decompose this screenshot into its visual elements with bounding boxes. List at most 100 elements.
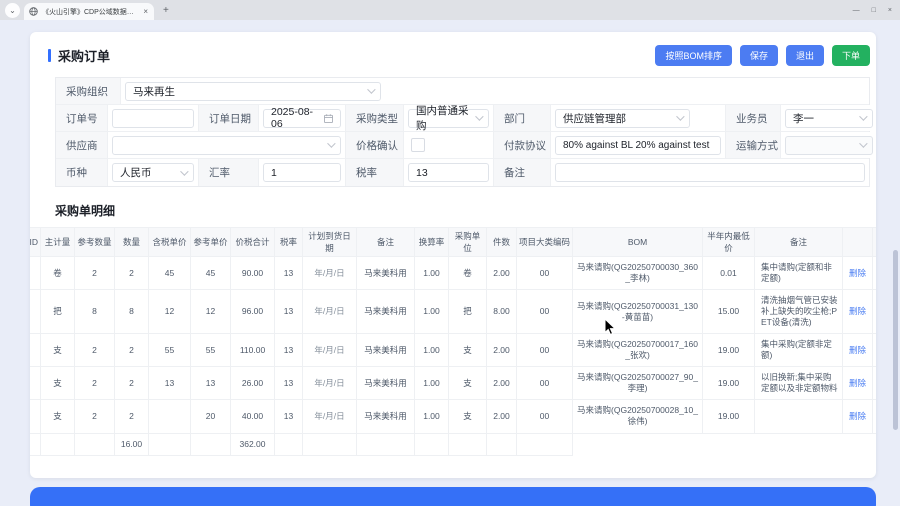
blank-cell: [872, 255, 876, 291]
detail-cell: 马来美科用: [356, 366, 415, 401]
detail-cell: 支: [40, 333, 75, 368]
column-header: 价税合计: [230, 227, 275, 257]
detail-cell: 卷: [448, 255, 487, 291]
detail-cell: 年/月/日: [302, 255, 357, 291]
blank-cell: [872, 366, 876, 401]
detail-cell: 马来美科用: [356, 399, 415, 434]
detail-cell: 13: [274, 333, 303, 368]
browser-tab[interactable]: 《火山引擎》CDP公域数据洞察 ×: [24, 3, 154, 20]
title-accent-bar: [48, 49, 51, 62]
detail-cell: 卷: [40, 255, 75, 291]
detail-cell: 15.00: [702, 289, 755, 335]
total-cell: [30, 432, 41, 456]
total-cell: [356, 432, 415, 456]
maximize-button[interactable]: □: [872, 7, 876, 14]
detail-cell: 2: [114, 366, 149, 401]
tab-list-chevron-button[interactable]: ⌄: [5, 2, 20, 18]
detail-cell: 96.00: [230, 289, 275, 335]
tax-rate-input[interactable]: [408, 163, 489, 182]
exit-button[interactable]: 退出: [785, 45, 824, 66]
detail-cell: 13: [274, 366, 303, 401]
delete-cell: 删除: [842, 289, 873, 335]
chevron-down-icon: [859, 112, 868, 121]
browser-chrome: ⌄ 《火山引擎》CDP公域数据洞察 × + — □ ×: [0, 0, 900, 20]
new-tab-button[interactable]: +: [163, 5, 169, 16]
minimize-button[interactable]: —: [853, 7, 860, 14]
total-cell: [486, 432, 517, 456]
total-cell: [74, 432, 115, 456]
column-header: 计划到货日期: [302, 227, 357, 257]
delete-cell: 删除: [842, 366, 873, 401]
submit-order-button[interactable]: 下单: [831, 45, 870, 66]
detail-cell: 0.01: [702, 255, 755, 291]
window-controls: — □ ×: [853, 7, 900, 14]
detail-cell: 13: [274, 289, 303, 335]
sort-by-bom-button[interactable]: 按照BOM排序: [655, 45, 732, 66]
column-header: 备注: [356, 227, 415, 257]
purchase-type-select[interactable]: 国内普通采购: [408, 105, 489, 132]
detail-cell: 马来请购(QG20250700031_130-黄苗苗): [572, 289, 703, 335]
detail-cell: 00: [516, 255, 573, 291]
currency-label: 币种: [56, 159, 108, 186]
delete-row-link[interactable]: 删除: [849, 378, 866, 388]
detail-cell: 90.00: [230, 255, 275, 291]
detail-cell: 45: [190, 255, 231, 291]
detail-cell: 20: [190, 399, 231, 434]
detail-cell: 110.00: [230, 333, 275, 368]
delete-cell: 删除: [842, 333, 873, 368]
order-date-picker[interactable]: 2025-08-06: [263, 106, 341, 130]
department-label: 部门: [494, 105, 551, 131]
tab-close-icon[interactable]: ×: [142, 7, 149, 16]
currency-select[interactable]: 人民币: [112, 163, 194, 182]
detail-cell: 年/月/日: [302, 333, 357, 368]
delete-row-link[interactable]: 删除: [849, 345, 866, 355]
detail-cell: 2: [114, 255, 149, 291]
exchange-rate-input[interactable]: [263, 163, 341, 182]
save-button[interactable]: 保存: [739, 45, 778, 66]
detail-section-title: 采购单明细: [55, 204, 116, 218]
order-date-label: 订单日期: [199, 105, 259, 131]
purchase-org-label: 采购组织: [56, 78, 121, 104]
detail-cell: 55: [190, 333, 231, 368]
form-row: 供应商 价格确认 付款协议 运输方式: [56, 132, 876, 159]
detail-cell: 40.00: [230, 399, 275, 434]
supplier-label: 供应商: [56, 132, 108, 158]
detail-cell: 马来请购(QG20250700028_10_徐伟): [572, 399, 703, 434]
detail-cell: [30, 333, 41, 368]
department-select[interactable]: 供应链管理部: [555, 108, 690, 128]
column-header: 数量: [114, 227, 149, 257]
detail-cell: 马来美科用: [356, 255, 415, 291]
detail-cell: 马来请购(QG20250700027_90_李理): [572, 366, 703, 401]
payment-terms-input[interactable]: [555, 135, 721, 155]
purchase-org-select[interactable]: 马来再生: [125, 81, 381, 101]
delete-row-link[interactable]: 删除: [849, 411, 866, 421]
remark-label: 备注: [494, 159, 551, 186]
detail-cell: 2.00: [486, 255, 517, 291]
total-cell: [516, 432, 573, 456]
delete-row-link[interactable]: 删除: [849, 306, 866, 316]
order-form: 采购组织 马来再生 订单号 订单日期 2025-08-06 采购类型 国内普通采…: [55, 77, 876, 187]
detail-cell: [30, 255, 41, 291]
scrollbar-thumb[interactable]: [893, 250, 898, 430]
column-header: 行ID: [30, 227, 41, 257]
detail-cell: 13: [274, 255, 303, 291]
detail-cell: 45: [148, 255, 191, 291]
detail-cell: 支: [448, 333, 487, 368]
column-header: 半年内最低价: [702, 227, 755, 257]
order-no-input[interactable]: [112, 108, 194, 128]
remark-input[interactable]: [555, 163, 865, 182]
detail-cell: 8: [114, 289, 149, 335]
detail-cell: 2: [114, 399, 149, 434]
column-header: 参考数量: [74, 227, 115, 257]
salesperson-select[interactable]: 李一: [785, 108, 873, 128]
supplier-select[interactable]: [112, 135, 341, 155]
detail-cell: 1.00: [414, 333, 449, 368]
transport-select[interactable]: [785, 135, 873, 155]
price-confirm-checkbox[interactable]: [411, 138, 425, 152]
window-close-button[interactable]: ×: [888, 7, 892, 14]
total-cell: [302, 432, 357, 456]
delete-row-link[interactable]: 删除: [849, 268, 866, 278]
order-no-label: 订单号: [56, 105, 108, 131]
detail-cell: [754, 399, 843, 434]
form-row: 采购组织 马来再生: [56, 78, 869, 105]
